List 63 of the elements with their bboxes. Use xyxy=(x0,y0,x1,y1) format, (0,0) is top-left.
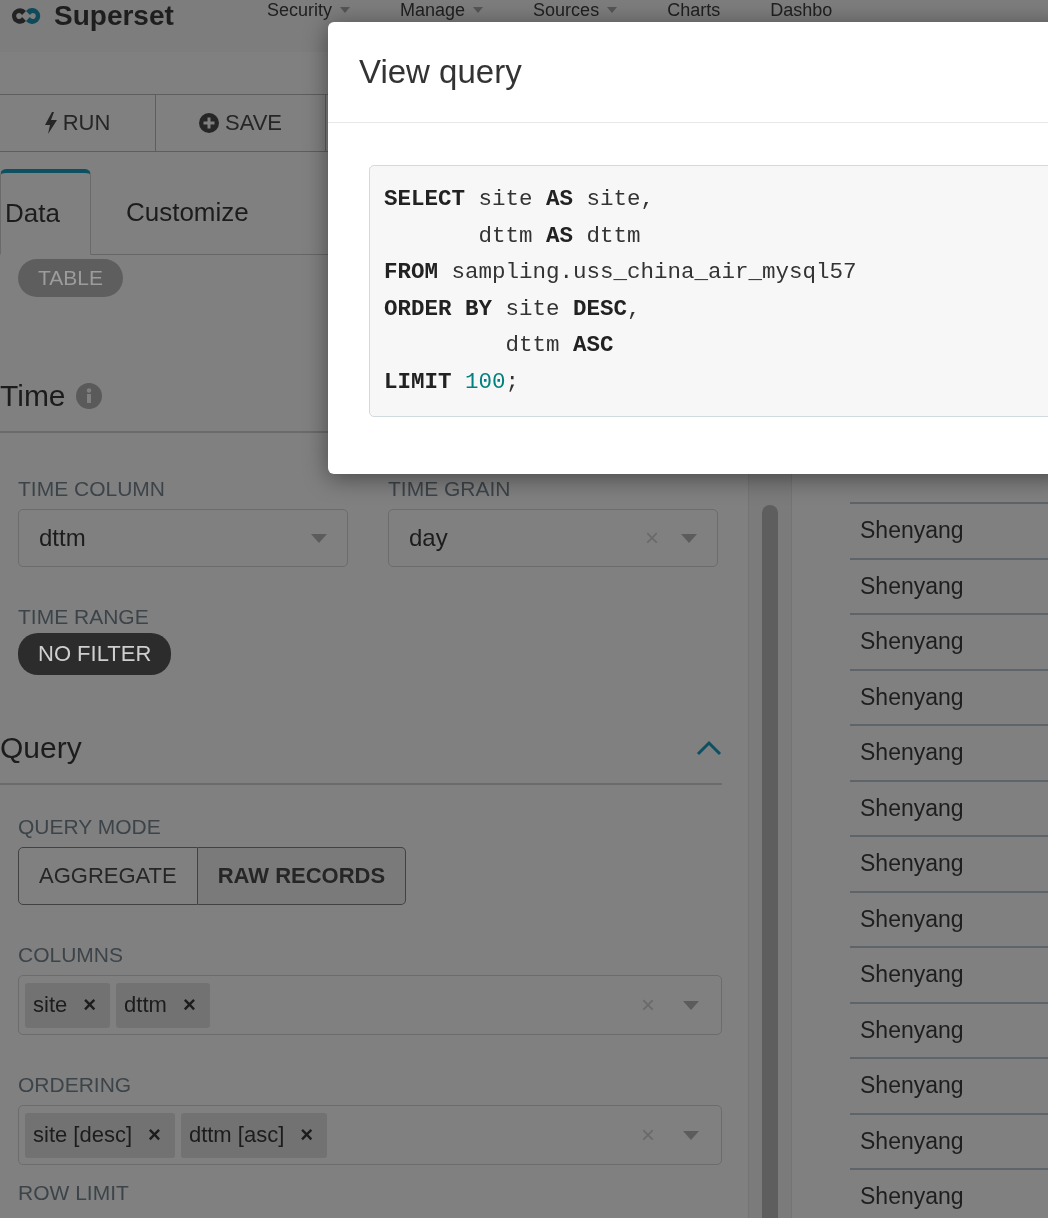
code-line: FROM sampling.uss_china_air_mysql57 xyxy=(384,258,858,287)
nav-link[interactable]: Security xyxy=(267,0,351,20)
caret-icon xyxy=(683,1130,699,1140)
code-line: dttm AS dttm xyxy=(477,221,642,251)
field-label: TIME RANGE xyxy=(18,605,150,629)
table-cell: Shenyang xyxy=(850,779,1048,835)
remove-icon[interactable]: × xyxy=(142,1122,167,1148)
datasource-type-badge: TABLE xyxy=(18,259,123,297)
field-label: TIME COLUMN xyxy=(18,477,166,501)
bolt-icon xyxy=(44,112,57,134)
field-label: COLUMNS xyxy=(18,943,124,967)
tab[interactable]: Data xyxy=(0,169,91,255)
save-button[interactable]: SAVE xyxy=(156,95,326,151)
field-label: ROW LIMIT xyxy=(18,1181,130,1205)
caret-icon xyxy=(683,1000,699,1010)
table-cell: Shenyang xyxy=(850,1001,1048,1057)
tag: site [desc] × xyxy=(25,1112,175,1158)
nav-link[interactable]: Dashbo xyxy=(770,0,833,20)
brand-name[interactable]: Superset xyxy=(54,0,174,32)
mode-button[interactable]: AGGREGATE xyxy=(18,847,198,905)
select-field[interactable]: dttm xyxy=(18,509,348,567)
scrollbar-thumb[interactable] xyxy=(762,505,778,1218)
nav-link[interactable]: Sources xyxy=(533,0,618,20)
table-cell: Shenyang xyxy=(850,724,1048,780)
code-line: SELECT site AS site, xyxy=(384,185,656,214)
remove-icon[interactable]: × xyxy=(176,992,202,1018)
table-cell: Shenyang xyxy=(850,946,1048,1002)
section-title: Time xyxy=(0,379,66,413)
remove-icon[interactable]: × xyxy=(77,992,103,1018)
section-title: Query xyxy=(0,731,82,765)
table-cell: Shenyang xyxy=(850,668,1048,724)
plus-circle-icon xyxy=(198,113,219,133)
table-cell: Shenyang xyxy=(850,613,1048,669)
table-cell: Shenyang xyxy=(850,1112,1048,1168)
time-range-pill[interactable]: NO FILTER xyxy=(18,633,172,675)
multi-select-field[interactable]: site × dttm × × xyxy=(18,975,722,1035)
table-cell: Shenyang xyxy=(850,835,1048,891)
code-line: dttm ASC xyxy=(504,331,615,360)
table-cell: Shenyang xyxy=(850,890,1048,946)
select-field[interactable]: day × xyxy=(388,509,718,567)
table-cell: Shenyang xyxy=(850,1057,1048,1113)
mode-button[interactable]: RAW RECORDS xyxy=(197,847,407,905)
tab[interactable]: Customize xyxy=(90,169,284,255)
field-label: QUERY MODE xyxy=(18,815,162,839)
caret-icon xyxy=(681,533,697,543)
field-label: TIME GRAIN xyxy=(388,477,512,501)
tag: dttm [asc] × xyxy=(180,1112,328,1158)
table-cell: Shenyang xyxy=(850,1168,1048,1218)
code-line: ORDER BY site DESC, xyxy=(384,294,642,324)
run-button[interactable]: RUN xyxy=(0,95,156,151)
nav-link[interactable]: Charts xyxy=(667,0,721,20)
table-cell: Shenyang xyxy=(850,557,1048,613)
tag: site × xyxy=(25,982,111,1028)
caret-icon xyxy=(311,533,327,543)
chevron-up-icon[interactable] xyxy=(696,740,722,756)
tag: dttm × xyxy=(116,982,210,1028)
table-cell: Shenyang xyxy=(850,502,1048,558)
modal-title: View query xyxy=(359,53,522,91)
multi-select-field[interactable]: site [desc] × dttm [asc] × × xyxy=(18,1105,722,1165)
nav-link[interactable]: Manage xyxy=(400,0,484,20)
remove-icon[interactable]: × xyxy=(294,1122,320,1148)
field-label: ORDERING xyxy=(18,1073,133,1097)
code-line: LIMIT 100; xyxy=(384,367,521,397)
